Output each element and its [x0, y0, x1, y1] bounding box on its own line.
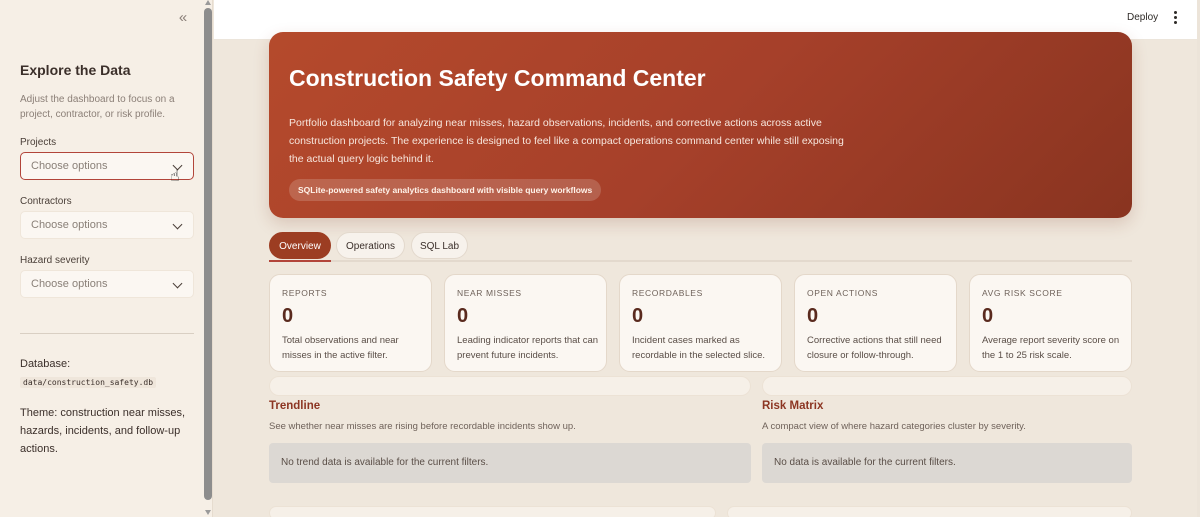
metric-card-reports: REPORTS 0 Total observations and near mi… [269, 274, 432, 372]
metric-card-open-actions: OPEN ACTIONS 0 Corrective actions that s… [794, 274, 957, 372]
scroll-down-icon[interactable] [205, 510, 211, 515]
hazard-severity-placeholder: Choose options [31, 278, 108, 290]
tab-overview[interactable]: Overview [269, 232, 331, 259]
sidebar-scrollbar[interactable] [204, 0, 213, 517]
metric-label: AVG RISK SCORE [982, 288, 1063, 298]
metric-value: 0 [282, 305, 294, 327]
tab-operations[interactable]: Operations [336, 232, 405, 259]
database-path: data/construction_safety.db [20, 377, 157, 388]
metric-card-avg-risk-score: AVG RISK SCORE 0 Average report severity… [969, 274, 1132, 372]
metric-label: OPEN ACTIONS [807, 288, 878, 298]
bottom-panel-right [727, 506, 1132, 517]
metric-description: Total observations and near misses in th… [282, 335, 399, 361]
sidebar-description: Adjust the dashboard to focus on a proje… [20, 94, 175, 120]
metric-label: REPORTS [282, 288, 328, 298]
metric-value: 0 [982, 305, 994, 327]
chevron-down-icon [172, 219, 183, 230]
risk-matrix-empty-message: No data is available for the current fil… [774, 457, 956, 468]
scroll-up-icon[interactable] [205, 0, 211, 5]
sidebar: « Explore the Data Adjust the dashboard … [0, 0, 213, 517]
trendline-empty-state: No trend data is available for the curre… [269, 443, 751, 483]
metric-card-near-misses: NEAR MISSES 0 Leading indicator reports … [444, 274, 607, 372]
trendline-empty-message: No trend data is available for the curre… [281, 457, 489, 468]
collapse-sidebar-icon[interactable]: « [174, 9, 192, 27]
hero-banner: Construction Safety Command Center Portf… [269, 32, 1132, 218]
hand-cursor-icon: ☝ [170, 168, 180, 185]
hero-description: Portfolio dashboard for analyzing near m… [289, 117, 844, 165]
trendline-header-bar [269, 376, 751, 396]
metric-value: 0 [457, 305, 469, 327]
database-label: Database: [20, 358, 71, 370]
trendline-title: Trendline [269, 400, 321, 412]
projects-select[interactable]: Choose options [20, 152, 194, 180]
metric-description: Corrective actions that still need closu… [807, 335, 942, 361]
metric-description: Average report severity score on the 1 t… [982, 335, 1120, 361]
metric-card-recordables: RECORDABLES 0 Incident cases marked as r… [619, 274, 782, 372]
risk-matrix-empty-state: No data is available for the current fil… [762, 443, 1132, 483]
contractors-placeholder: Choose options [31, 219, 108, 231]
risk-matrix-header-bar [762, 376, 1132, 396]
hero-badge: SQLite-powered safety analytics dashboar… [289, 179, 602, 201]
tab-sql-lab[interactable]: SQL Lab [411, 232, 468, 259]
risk-matrix-title: Risk Matrix [762, 400, 824, 412]
metric-description: Leading indicator reports that can preve… [457, 335, 599, 361]
more-options-icon[interactable] [1171, 11, 1181, 25]
hazard-severity-select[interactable]: Choose options [20, 270, 194, 298]
theme-text: Theme: construction near misses, hazards… [20, 407, 186, 455]
projects-placeholder: Choose options [31, 160, 108, 172]
bottom-panel-left [269, 506, 716, 517]
risk-matrix-subtitle: A compact view of where hazard categorie… [762, 421, 1026, 432]
metric-label: RECORDABLES [632, 288, 703, 298]
chevron-down-icon [172, 278, 183, 289]
hazard-severity-label: Hazard severity [20, 255, 90, 266]
sidebar-title: Explore the Data [20, 62, 131, 78]
sidebar-divider [20, 333, 194, 334]
metric-label: NEAR MISSES [457, 288, 522, 298]
scrollbar-thumb[interactable] [204, 8, 212, 500]
trendline-subtitle: See whether near misses are rising befor… [269, 421, 576, 432]
contractors-select[interactable]: Choose options [20, 211, 194, 239]
deploy-button[interactable]: Deploy [1127, 12, 1158, 23]
metric-description: Incident cases marked as recordable in t… [632, 335, 766, 361]
metric-value: 0 [632, 305, 644, 327]
page-title: Construction Safety Command Center [289, 65, 706, 91]
projects-label: Projects [20, 137, 57, 148]
metric-value: 0 [807, 305, 819, 327]
tab-underline [269, 260, 1132, 262]
contractors-label: Contractors [20, 196, 72, 207]
